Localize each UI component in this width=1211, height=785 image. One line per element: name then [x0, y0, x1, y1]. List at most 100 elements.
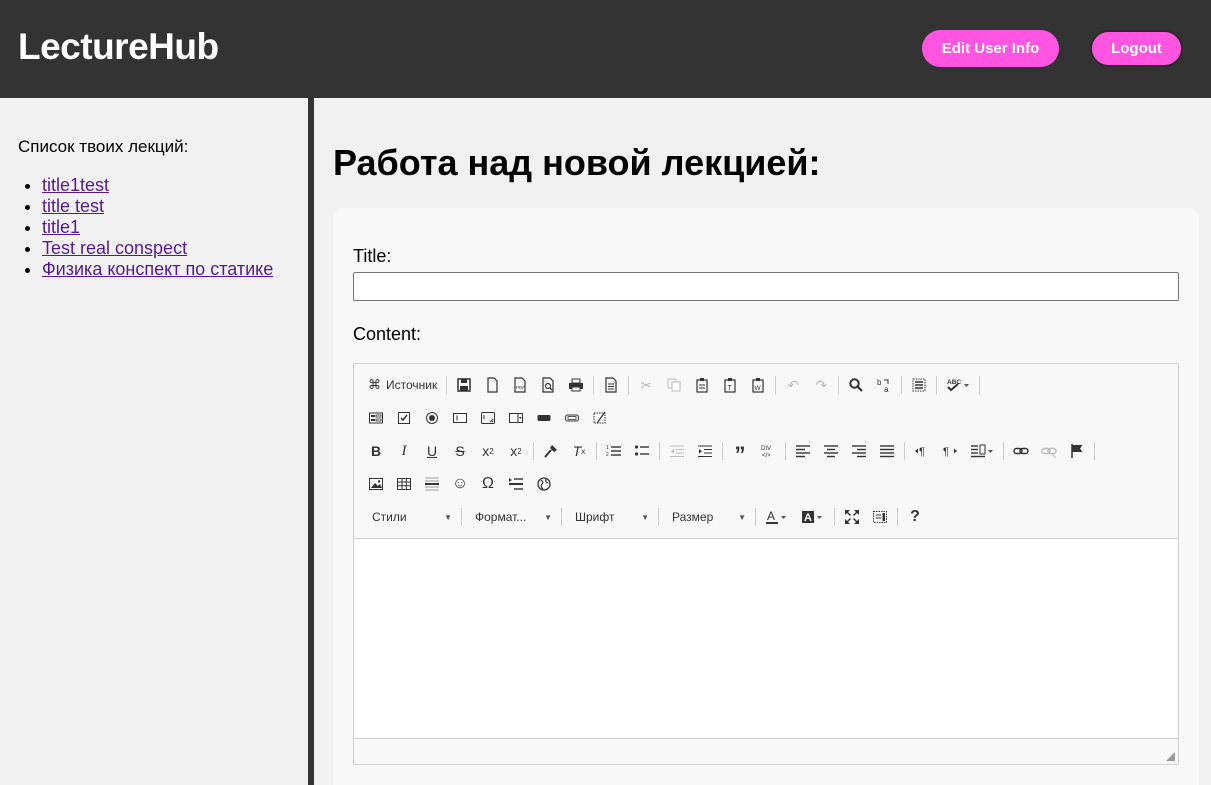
- svg-text:A: A: [767, 509, 775, 523]
- title-input[interactable]: [353, 272, 1179, 301]
- page-break-icon[interactable]: [502, 471, 530, 497]
- italic-icon[interactable]: I: [390, 438, 418, 464]
- lecture-link[interactable]: Test real conspect: [42, 238, 187, 258]
- redo-icon[interactable]: ↷: [807, 372, 835, 398]
- lecture-link[interactable]: title1test: [42, 175, 109, 195]
- font-dropdown[interactable]: Шрифт ▼: [565, 504, 655, 530]
- blockquote-icon[interactable]: ”: [726, 438, 754, 467]
- text-direction-rtl-icon[interactable]: ¶: [936, 438, 964, 464]
- maximize-icon[interactable]: [838, 504, 866, 530]
- bold-icon[interactable]: B: [362, 438, 390, 464]
- styles-dropdown-label: Стили: [372, 510, 407, 524]
- toolbar-separator: [1003, 442, 1004, 460]
- format-dropdown[interactable]: Формат... ▼: [465, 504, 558, 530]
- justify-icon[interactable]: [873, 438, 901, 464]
- image-button-icon[interactable]: [558, 405, 586, 431]
- strikethrough-icon[interactable]: S: [446, 438, 474, 464]
- editor-content-area[interactable]: [354, 538, 1178, 739]
- show-blocks-icon[interactable]: [866, 504, 894, 530]
- help-icon[interactable]: ?: [901, 504, 929, 530]
- table-icon[interactable]: [390, 471, 418, 497]
- form-icon[interactable]: [362, 405, 390, 431]
- special-char-icon[interactable]: Ω: [474, 471, 502, 497]
- font-dropdown-label: Шрифт: [575, 510, 615, 524]
- text-direction-ltr-icon[interactable]: ¶: [908, 438, 936, 464]
- toolbar-separator: [628, 376, 630, 394]
- indent-icon[interactable]: [691, 438, 719, 464]
- find-icon[interactable]: [842, 372, 870, 398]
- sidebar-divider: [308, 98, 314, 785]
- anchor-flag-icon[interactable]: [1063, 438, 1091, 464]
- link-icon[interactable]: [1007, 438, 1035, 464]
- replace-icon[interactable]: ba: [870, 372, 898, 398]
- iframe-globe-icon[interactable]: [530, 471, 558, 497]
- underline-icon[interactable]: U: [418, 438, 446, 464]
- unlink-icon[interactable]: [1035, 438, 1063, 464]
- hidden-field-icon[interactable]: [586, 405, 614, 431]
- outdent-icon[interactable]: [663, 438, 691, 464]
- superscript-icon[interactable]: x2: [502, 438, 530, 464]
- svg-text:W: W: [755, 385, 762, 392]
- spellcheck-icon[interactable]: ABC: [940, 372, 976, 398]
- copy-formatting-icon[interactable]: [537, 438, 565, 464]
- page-title: Работа над новой лекцией:: [333, 142, 821, 183]
- text-color-icon[interactable]: A: [759, 504, 795, 530]
- toolbar-separator: [936, 376, 938, 394]
- cut-icon[interactable]: ✂: [632, 372, 660, 398]
- select-field-icon[interactable]: [502, 405, 530, 431]
- new-page-icon[interactable]: [478, 372, 506, 398]
- svg-text:</>: </>: [762, 453, 771, 459]
- preview-icon[interactable]: [534, 372, 562, 398]
- image-icon[interactable]: [362, 471, 390, 497]
- save-icon[interactable]: [450, 372, 478, 398]
- toolbar-separator: [897, 508, 898, 526]
- horizontal-line-icon[interactable]: [418, 471, 446, 497]
- source-button[interactable]: ⌘ Источник: [362, 372, 443, 398]
- background-color-icon[interactable]: A: [795, 504, 831, 530]
- create-div-icon[interactable]: DIV </>: [754, 438, 782, 464]
- size-dropdown[interactable]: Размер ▼: [662, 504, 752, 530]
- toolbar-separator: [834, 508, 835, 526]
- toolbar-separator: [904, 442, 905, 460]
- numbered-list-icon[interactable]: 12: [600, 438, 628, 464]
- resize-handle-icon[interactable]: [1166, 752, 1175, 761]
- lecture-list-heading: Список твоих лекций:: [18, 137, 189, 156]
- styles-dropdown[interactable]: Стили ▼: [362, 504, 458, 530]
- toolbar-row-4: ☺ Ω: [362, 471, 558, 497]
- lecture-link[interactable]: Физика конспект по статике: [42, 259, 273, 279]
- textarea-icon[interactable]: [474, 405, 502, 431]
- bulleted-list-icon[interactable]: [628, 438, 656, 464]
- source-button-label: Источник: [386, 378, 438, 392]
- paste-text-icon[interactable]: T: [716, 372, 744, 398]
- remove-format-icon[interactable]: Tx: [565, 438, 593, 464]
- align-left-icon[interactable]: [789, 438, 817, 464]
- toolbar-separator: [838, 376, 840, 394]
- svg-text:DIV: DIV: [761, 446, 771, 452]
- lecture-link[interactable]: title1: [42, 217, 80, 237]
- copy-icon[interactable]: [660, 372, 688, 398]
- radio-icon[interactable]: [418, 405, 446, 431]
- paste-icon[interactable]: [688, 372, 716, 398]
- export-pdf-icon[interactable]: PDF: [506, 372, 534, 398]
- lecture-link[interactable]: title test: [42, 196, 104, 216]
- print-icon[interactable]: [562, 372, 590, 398]
- undo-icon[interactable]: ↶: [779, 372, 807, 398]
- align-center-icon[interactable]: [817, 438, 845, 464]
- select-all-icon[interactable]: [905, 372, 933, 398]
- language-icon[interactable]: [964, 438, 1000, 464]
- list-item: Физика конспект по статике: [42, 259, 273, 280]
- toolbar-separator: [596, 442, 597, 460]
- text-field-icon[interactable]: [446, 405, 474, 431]
- subscript-icon[interactable]: x2: [474, 438, 502, 464]
- svg-text:b: b: [877, 378, 882, 387]
- button-icon[interactable]: [530, 405, 558, 431]
- title-label: Title:: [353, 246, 392, 266]
- templates-icon[interactable]: [597, 372, 625, 398]
- checkbox-icon[interactable]: [390, 405, 418, 431]
- align-right-icon[interactable]: [845, 438, 873, 464]
- smiley-icon[interactable]: ☺: [446, 471, 474, 497]
- paste-word-icon[interactable]: W: [744, 372, 772, 398]
- logout-button[interactable]: Logout: [1090, 30, 1183, 67]
- source-icon: ⌘: [368, 377, 381, 392]
- edit-user-info-button[interactable]: Edit User Info: [922, 30, 1059, 67]
